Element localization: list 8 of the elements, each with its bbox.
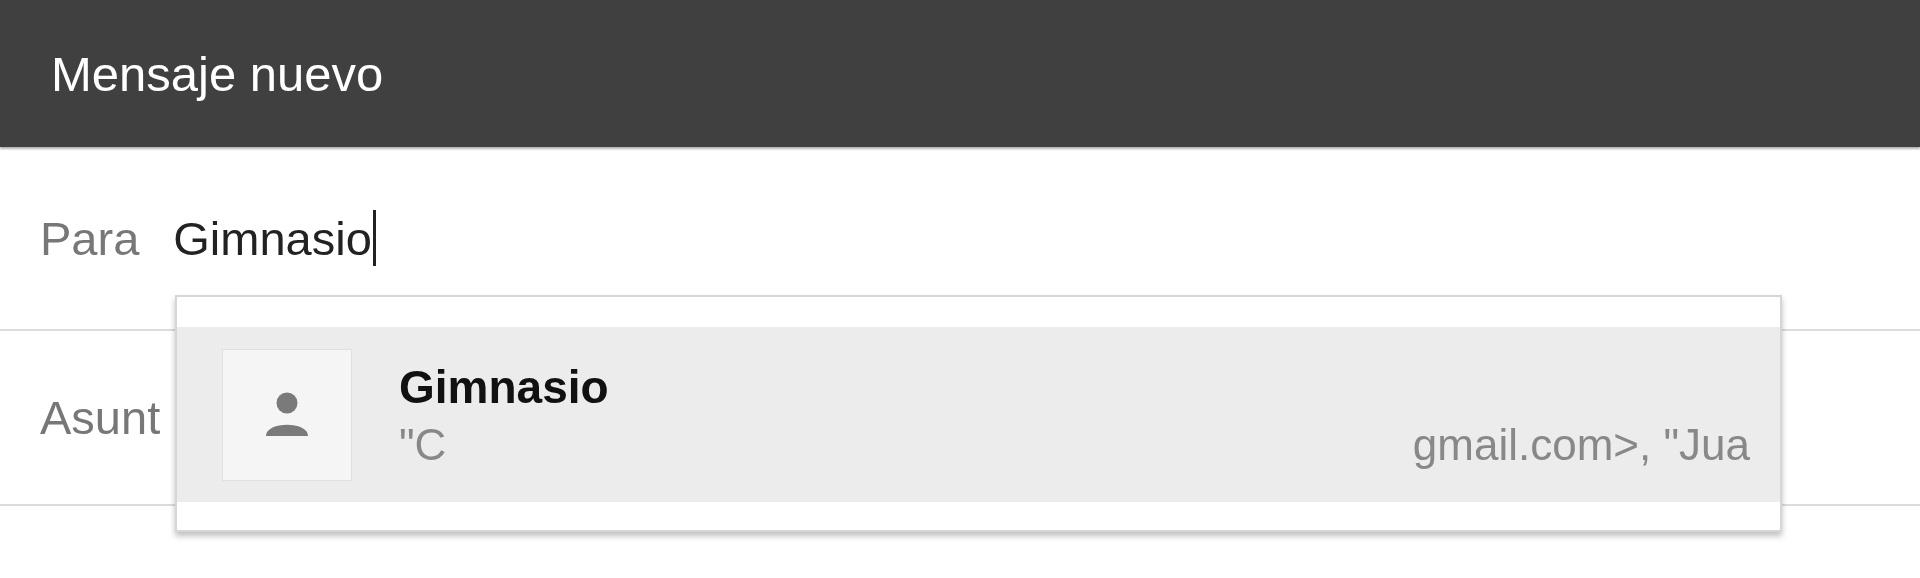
contact-name: Gimnasio xyxy=(399,359,610,414)
to-label: Para xyxy=(40,210,140,266)
window-title: Mensaje nuevo xyxy=(51,45,384,102)
suggestion-item[interactable]: Gimnasio "C gmail.com>, "Jua xyxy=(177,327,1780,502)
contact-detail: "C xyxy=(399,419,447,470)
contact-detail: gmail.com>, "Jua xyxy=(1412,419,1750,470)
subject-label: Asunt xyxy=(40,390,161,445)
to-field[interactable]: Gimnasio xyxy=(173,210,376,266)
